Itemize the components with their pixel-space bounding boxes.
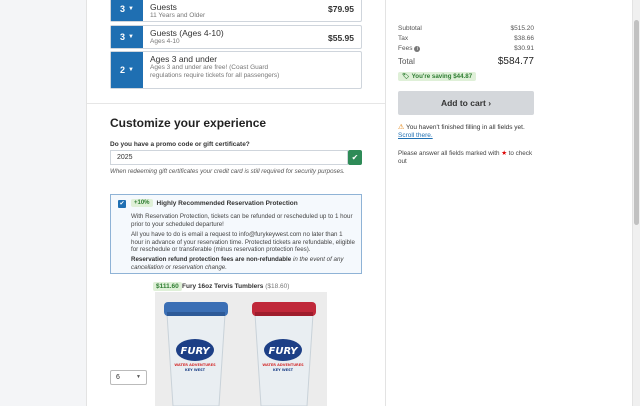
protection-text-2: All you have to do is email a request to… (131, 231, 355, 253)
guest-price: $55.95 (328, 33, 354, 43)
savings-text: You're saving $44.87 (411, 73, 473, 80)
guest-price (309, 52, 361, 88)
protection-bold: Reservation refund protection fees are n… (131, 256, 292, 263)
svg-text:KEY WEST: KEY WEST (185, 368, 206, 372)
tumbler-unit-price: ($18.60) (265, 283, 290, 290)
subtotal-value: $515.20 (510, 25, 535, 32)
quantity-value: 3 (120, 4, 126, 14)
svg-text:FURY: FURY (269, 346, 300, 357)
reservation-protection-box: ✔ +10% Highly Recommended Reservation Pr… (110, 194, 362, 274)
svg-text:KEY WEST: KEY WEST (273, 368, 294, 372)
guest-price: $79.95 (328, 4, 354, 14)
tumbler-name: Fury 16oz Tervis Tumblers (182, 283, 264, 290)
guest-type-name: Guests (Ages 4-10) (150, 28, 224, 38)
tumbler-quantity-select[interactable]: 6 ▼ (110, 370, 147, 385)
tumbler-title: Fury 16oz Tervis Tumblers ($18.60) (182, 283, 289, 290)
reservation-protection-checkbox[interactable]: ✔ (118, 200, 126, 208)
info-icon[interactable]: i (414, 46, 421, 52)
tumbler-product-image: FURY WATER ADVENTURES KEY WEST FURY WATE… (155, 292, 327, 406)
incomplete-warning: ⚠ You haven't finished filling in all fi… (398, 124, 538, 140)
guest-type-sub: Ages 3 and under are free! (Coast Guard … (150, 64, 280, 79)
reservation-protection-header: +10% Highly Recommended Reservation Prot… (131, 199, 298, 207)
protection-text-3: Reservation refund protection fees are n… (131, 256, 356, 271)
guest-row-infants: 2 ▼ Ages 3 and under Ages 3 and under ar… (110, 51, 362, 89)
total-row: Total $584.77 (398, 56, 534, 67)
guest-type-sub: 11 Years and Older (150, 12, 206, 19)
promo-code-input[interactable] (110, 150, 348, 165)
fees-label-wrap: Fees i (398, 45, 421, 52)
svg-text:WATER ADVENTURES: WATER ADVENTURES (262, 363, 304, 367)
order-summary-sidebar: Subtotal $515.20 Tax $38.66 Fees i $30.91… (386, 0, 633, 406)
protection-title: Highly Recommended Reservation Protectio… (156, 199, 298, 207)
section-divider (87, 103, 385, 104)
scrollbar-thumb[interactable] (634, 20, 639, 225)
quantity-dropdown-infants[interactable]: 2 ▼ (111, 52, 143, 88)
fees-label: Fees (398, 45, 413, 52)
caret-down-icon: ▼ (128, 67, 134, 73)
tumbler-total-badge: $111.60 (153, 282, 182, 291)
tumbler-qty-value: 6 (116, 374, 120, 381)
booking-panel: 3 ▼ Guests 11 Years and Older $79.95 3 ▼… (86, 0, 386, 406)
promo-label: Do you have a promo code or gift certifi… (110, 141, 250, 148)
scroll-there-link[interactable]: Scroll there. (398, 132, 538, 140)
tag-icon: 🏷 (402, 74, 410, 80)
required-fields-hint: Please answer all fields marked with ★ t… (398, 150, 538, 165)
fees-value: $30.91 (514, 45, 534, 52)
caret-down-icon: ▼ (128, 6, 134, 12)
quantity-dropdown-children[interactable]: 3 ▼ (111, 26, 143, 48)
warning-icon: ⚠ (398, 124, 405, 131)
red-tumbler: FURY WATER ADVENTURES KEY WEST (252, 302, 316, 406)
quantity-dropdown-adults[interactable]: 3 ▼ (111, 0, 143, 21)
tax-label: Tax (398, 35, 409, 42)
caret-down-icon: ▼ (128, 34, 134, 40)
subtotal-row: Subtotal $515.20 (398, 25, 534, 32)
quantity-value: 3 (120, 32, 126, 42)
guest-type-name: Guests (150, 2, 177, 12)
guest-row-adults: 3 ▼ Guests 11 Years and Older $79.95 (110, 0, 362, 22)
guest-type-name: Ages 3 and under (150, 54, 218, 64)
quantity-value: 2 (120, 65, 126, 75)
svg-text:WATER ADVENTURES: WATER ADVENTURES (174, 363, 216, 367)
customize-heading: Customize your experience (110, 116, 267, 130)
savings-badge: 🏷 You're saving $44.87 (398, 72, 477, 81)
add-to-cart-button[interactable]: Add to cart › (398, 91, 534, 115)
protection-percent-badge: +10% (131, 199, 153, 207)
tax-row: Tax $38.66 (398, 35, 534, 42)
tax-value: $38.66 (514, 35, 534, 42)
svg-text:FURY: FURY (181, 346, 212, 357)
fees-row: Fees i $30.91 (398, 45, 534, 52)
blue-tumbler: FURY WATER ADVENTURES KEY WEST (164, 302, 228, 406)
warning-text: You haven't finished filling in all fiel… (405, 124, 525, 131)
promo-note: When redeeming gift certificates your cr… (110, 168, 345, 175)
promo-apply-check-icon[interactable]: ✔ (348, 150, 362, 165)
guest-type-sub: Ages 4-10 (150, 38, 180, 45)
caret-down-icon: ▼ (136, 374, 141, 380)
guest-row-children: 3 ▼ Guests (Ages 4-10) Ages 4-10 $55.95 (110, 25, 362, 49)
total-label: Total (398, 57, 415, 66)
hint-text-a: Please answer all fields marked with (398, 150, 502, 157)
total-value: $584.77 (497, 56, 534, 67)
page-scrollbar[interactable] (633, 0, 640, 406)
protection-text-1: With Reservation Protection, tickets can… (131, 213, 353, 228)
subtotal-label: Subtotal (398, 25, 422, 32)
